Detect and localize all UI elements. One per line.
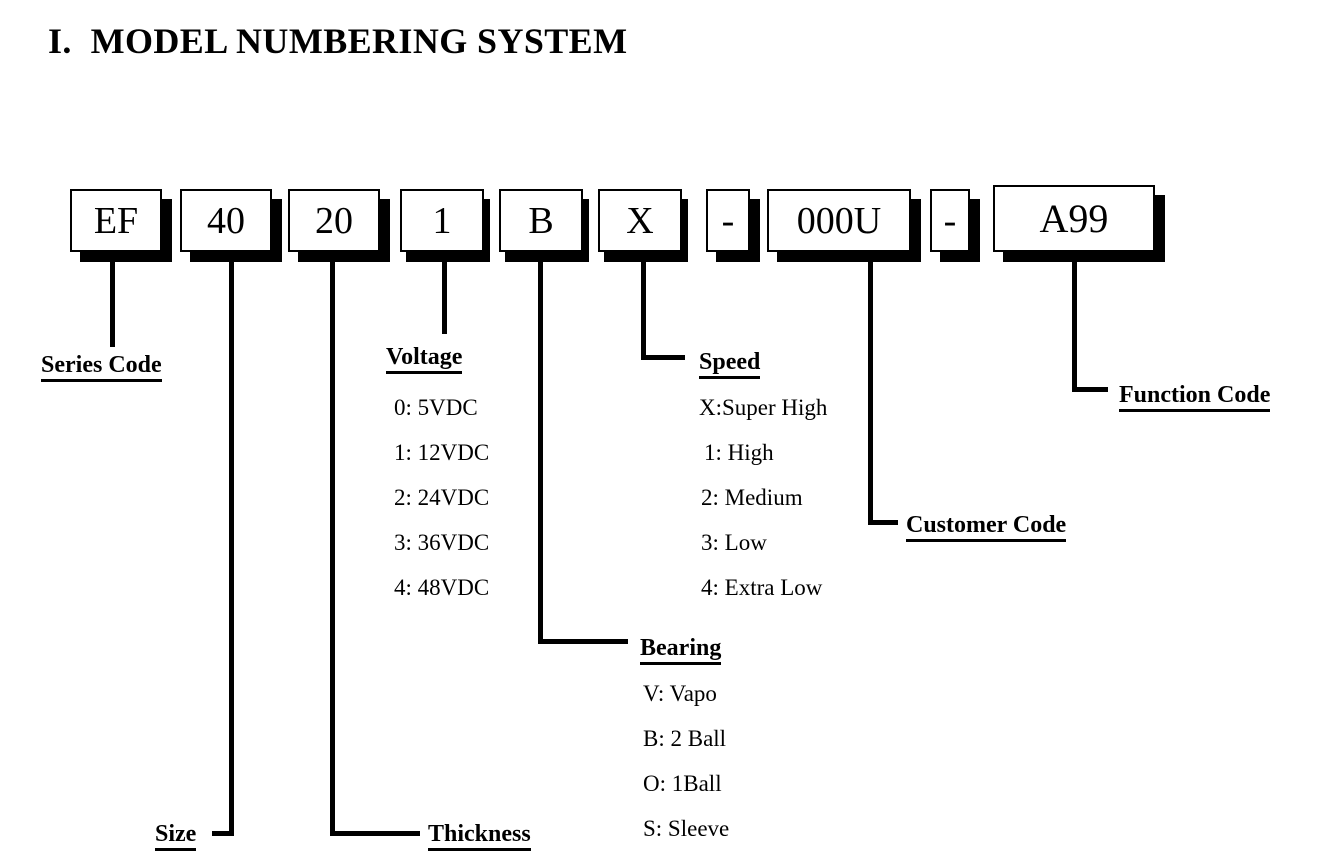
code-box-separator-1[interactable]: - <box>706 189 750 252</box>
callout-label-customer-code: Customer Code <box>906 512 1067 543</box>
leader-thickness-vertical <box>330 252 335 836</box>
speed-option: X:Super High <box>699 395 828 420</box>
bearing-option: S: Sleeve <box>643 816 730 841</box>
callout-label-size: Size <box>155 821 197 852</box>
code-box-bearing[interactable]: B <box>499 189 583 252</box>
leader-bearing-vertical <box>538 252 543 644</box>
callout-label-function-code: Function Code <box>1119 382 1271 413</box>
code-box-voltage[interactable]: 1 <box>400 189 484 252</box>
page-title: I. MODEL NUMBERING SYSTEM <box>48 21 628 61</box>
callout-label-speed: Speed <box>699 349 761 380</box>
code-box-size-value: 40 <box>207 199 245 242</box>
code-box-size[interactable]: 40 <box>180 189 272 252</box>
leader-speed-elbow <box>641 355 685 360</box>
callout-label-voltage: Voltage <box>386 344 463 375</box>
code-box-customer[interactable]: 000U <box>767 189 911 252</box>
bearing-option: O: 1Ball <box>643 771 722 796</box>
leader-customer-code-vertical <box>868 252 873 525</box>
code-box-separator-2-value: - <box>943 199 957 242</box>
code-box-function[interactable]: A99 <box>993 185 1155 252</box>
speed-option: 1: High <box>704 440 774 465</box>
leader-thickness-elbow <box>330 831 420 836</box>
code-box-thickness-value: 20 <box>315 199 353 242</box>
leader-customer-code-elbow <box>868 520 898 525</box>
voltage-option: 3: 36VDC <box>394 530 490 555</box>
leader-series-code <box>110 252 115 347</box>
code-box-thickness[interactable]: 20 <box>288 189 380 252</box>
code-box-speed-value: X <box>626 199 654 242</box>
leader-size-elbow <box>212 831 234 836</box>
callout-label-series-code: Series Code <box>41 352 162 383</box>
diagram-canvas: I. MODEL NUMBERING SYSTEM EF 40 20 1 B X… <box>0 0 1319 859</box>
voltage-option: 0: 5VDC <box>394 395 478 420</box>
leader-bearing-elbow <box>538 639 628 644</box>
code-box-series[interactable]: EF <box>70 189 162 252</box>
speed-option: 2: Medium <box>701 485 803 510</box>
bearing-option: V: Vapo <box>643 681 717 706</box>
code-box-function-value: A99 <box>1039 195 1109 241</box>
leader-function-code-vertical <box>1072 252 1077 392</box>
leader-speed-vertical <box>641 252 646 360</box>
callout-label-thickness: Thickness <box>428 821 531 852</box>
voltage-option: 1: 12VDC <box>394 440 490 465</box>
bearing-option: B: 2 Ball <box>643 726 727 751</box>
code-box-customer-value: 000U <box>796 199 882 242</box>
code-box-speed[interactable]: X <box>598 189 682 252</box>
speed-option: 3: Low <box>701 530 767 555</box>
voltage-option: 4: 48VDC <box>394 575 490 600</box>
voltage-option: 2: 24VDC <box>394 485 490 510</box>
code-box-bearing-value: B <box>528 199 554 242</box>
leader-function-code-elbow <box>1072 387 1108 392</box>
code-box-separator-2[interactable]: - <box>930 189 970 252</box>
code-box-series-value: EF <box>93 199 139 242</box>
code-box-voltage-value: 1 <box>432 199 452 242</box>
code-box-separator-1-value: - <box>721 199 735 242</box>
leader-size-vertical <box>229 252 234 836</box>
leader-voltage <box>442 252 447 334</box>
speed-option: 4: Extra Low <box>701 575 823 600</box>
callout-label-bearing: Bearing <box>640 635 722 666</box>
